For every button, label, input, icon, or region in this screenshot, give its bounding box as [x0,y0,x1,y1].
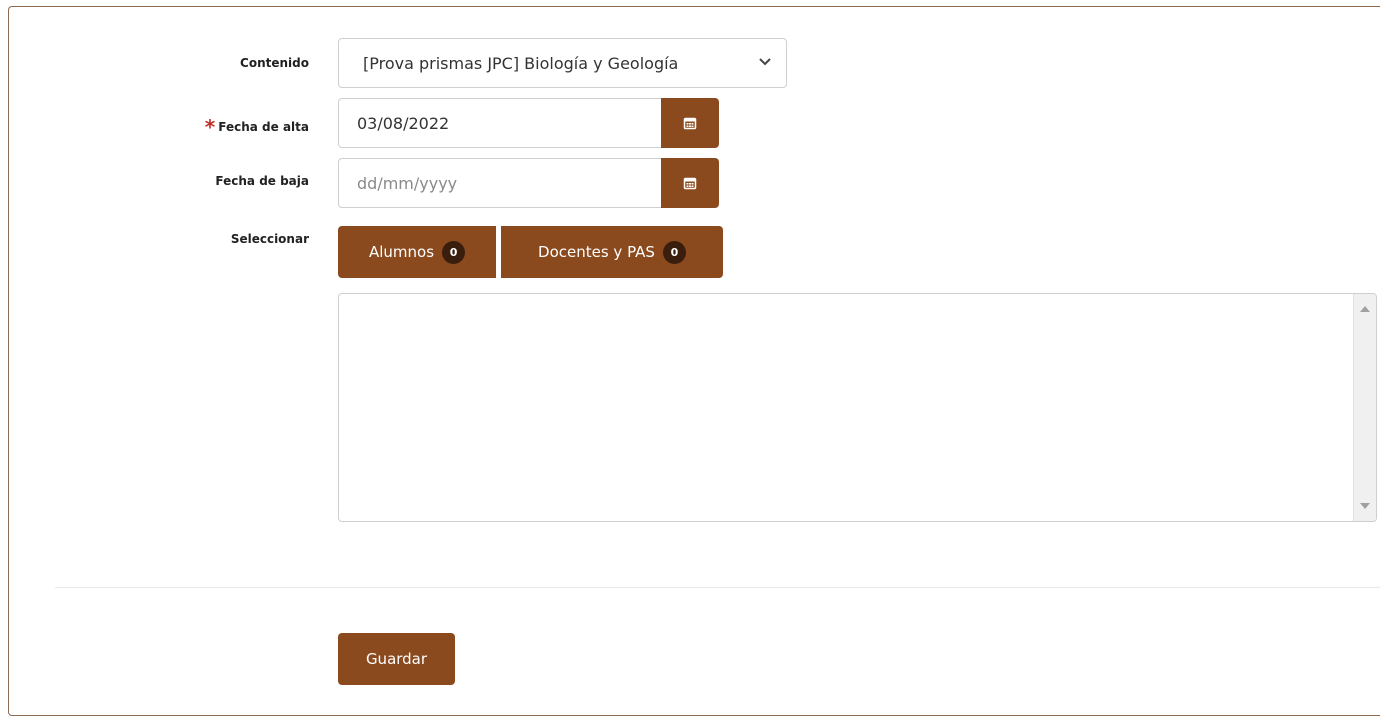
fecha-alta-label: * Fecha de alta [204,112,309,139]
alumnos-count-badge: 0 [442,240,466,264]
seleccionar-label: Seleccionar [230,232,309,246]
calendar-icon [683,117,697,130]
alumnos-button[interactable]: Alumnos 0 [338,226,496,278]
fecha-alta-label-text: Fecha de alta [218,120,309,134]
docentes-pas-label: Docentes y PAS [538,243,655,261]
fecha-alta-input[interactable] [338,98,662,148]
selection-list-scrollbar[interactable] [1353,294,1376,521]
chevron-down-icon [759,58,771,66]
required-asterisk: * [204,115,216,139]
calendar-icon [683,177,697,190]
docentes-pas-button[interactable]: Docentes y PAS 0 [501,226,723,278]
contenido-label: Contenido [240,56,309,70]
selection-list[interactable] [338,293,1377,522]
contenido-select[interactable]: [Prova prismas JPC] Biología y Geología [338,38,787,88]
fecha-baja-label: Fecha de baja [215,174,309,188]
docentes-pas-count-badge: 0 [662,240,686,264]
scroll-up-icon[interactable] [1360,306,1370,312]
fecha-baja-input[interactable] [338,158,662,208]
fecha-alta-calendar-button[interactable] [661,98,719,148]
scroll-down-icon[interactable] [1360,503,1370,509]
fecha-baja-calendar-button[interactable] [661,158,719,208]
save-button[interactable]: Guardar [338,633,455,685]
contenido-selected-value: [Prova prismas JPC] Biología y Geología [363,54,679,73]
alumnos-label: Alumnos [368,243,435,261]
form-divider [55,587,1380,588]
